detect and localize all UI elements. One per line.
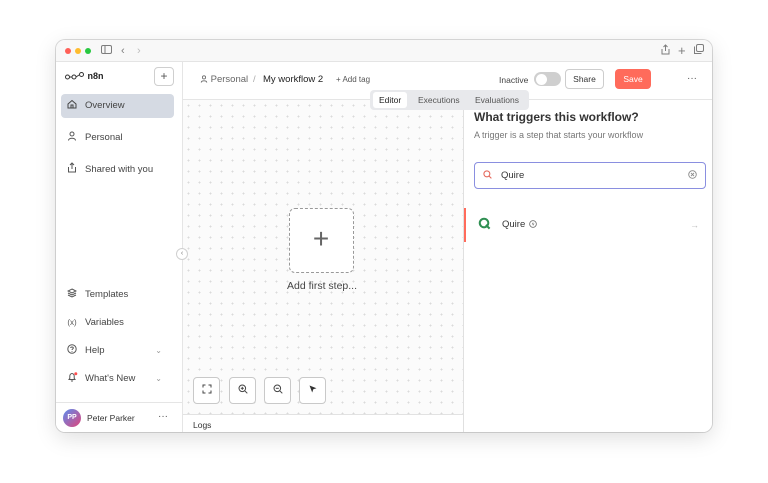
clean-up-button[interactable] (299, 377, 326, 404)
plus-icon[interactable]: + (678, 44, 686, 58)
share-icon[interactable] (661, 44, 670, 59)
workflow-active-toggle[interactable] (534, 72, 561, 86)
tab-executions[interactable]: Executions (412, 92, 466, 108)
quire-icon (478, 216, 491, 234)
share-button[interactable]: Share (565, 69, 604, 89)
add-first-step-button[interactable]: + (289, 208, 354, 273)
search-value: Quire (501, 170, 525, 181)
home-icon (66, 94, 78, 118)
view-tabs: Editor Executions Evaluations (370, 90, 529, 110)
sidebar-item-label: What's New (85, 373, 136, 384)
chevron-left-icon[interactable]: ‹ (121, 44, 125, 58)
breadcrumb-project[interactable]: Personal (200, 62, 248, 98)
n8n-logo[interactable]: n8n (65, 71, 104, 81)
fit-view-icon (202, 384, 211, 394)
sidebar-item-variables[interactable]: (x) Variables (61, 311, 174, 335)
zoom-out-icon (273, 384, 283, 394)
fit-view-button[interactable] (193, 377, 220, 404)
bell-icon (66, 367, 78, 391)
selection-indicator (464, 208, 466, 242)
templates-icon (66, 283, 78, 307)
chevron-right-icon[interactable]: › (137, 44, 141, 58)
toggle-knob (535, 73, 547, 85)
sidebar-item-overview[interactable]: Overview (61, 94, 174, 118)
sidebar-item-label: Shared with you (85, 164, 154, 175)
add-tag-link[interactable]: + Add tag (336, 62, 370, 98)
trigger-panel: What triggers this workflow? A trigger i… (463, 100, 712, 432)
logs-label: Logs (193, 420, 212, 430)
search-icon (483, 163, 492, 188)
add-resource-button[interactable]: + (154, 67, 174, 86)
tab-evaluations[interactable]: Evaluations (469, 92, 525, 108)
sidebar-item-whats-new[interactable]: What's New ⌄ (61, 367, 174, 391)
user-icon (200, 75, 208, 83)
sidebar-item-help[interactable]: Help ⌄ (61, 339, 174, 363)
clean-up-icon (309, 385, 316, 393)
breadcrumb-project-label: Personal (210, 74, 249, 85)
collapse-sidebar-button[interactable]: ‹ (176, 248, 188, 260)
avatar: PP (63, 409, 81, 427)
sidebar-icon[interactable] (101, 44, 112, 58)
sidebar-item-personal[interactable]: Personal (61, 126, 174, 150)
minimize-window-button[interactable] (75, 48, 81, 54)
panel-subtitle: A trigger is a step that starts your wor… (474, 130, 644, 140)
sidebar: n8n + Overview Personal Shared with you (56, 62, 183, 432)
window-titlebar: ‹ › + (56, 40, 712, 62)
user-menu[interactable]: PP Peter Parker ··· (56, 402, 183, 432)
sidebar-item-label: Variables (85, 317, 124, 328)
save-button[interactable]: Save (615, 69, 651, 89)
chevron-down-icon: ⌄ (155, 374, 162, 383)
zoom-in-icon (238, 384, 248, 394)
clear-search-icon[interactable] (688, 163, 697, 188)
tab-editor[interactable]: Editor (373, 92, 408, 108)
n8n-logo-icon (65, 72, 84, 80)
sidebar-item-shared[interactable]: Shared with you (61, 158, 174, 182)
sidebar-item-label: Overview (85, 100, 125, 111)
copy-icon[interactable] (694, 44, 704, 58)
trigger-badge-icon (529, 208, 537, 242)
notification-dot (73, 372, 77, 376)
workflow-name[interactable]: My workflow 2 (263, 62, 323, 98)
sidebar-item-templates[interactable]: Templates (61, 283, 174, 307)
brand-name: n8n (87, 71, 104, 81)
help-icon (66, 339, 78, 363)
sidebar-item-label: Help (85, 345, 105, 356)
sidebar-item-label: Templates (85, 289, 129, 300)
add-first-step-label: Add first step... (286, 280, 358, 292)
app-window: ‹ › + n8n + Overview Personal Shared wit… (56, 40, 712, 432)
user-name: Peter Parker (87, 413, 135, 423)
more-options-icon[interactable]: ··· (687, 62, 697, 96)
chevron-down-icon: ⌄ (155, 346, 162, 355)
logs-bar[interactable]: Logs (183, 414, 464, 432)
maximize-window-button[interactable] (85, 48, 91, 54)
search-input[interactable]: Quire (474, 162, 706, 189)
variables-icon: (x) (67, 318, 77, 327)
breadcrumb-separator: / (253, 74, 256, 85)
zoom-in-button[interactable] (229, 377, 256, 404)
arrow-right-icon: → (690, 220, 699, 230)
user-icon (66, 126, 78, 150)
share-icon (66, 158, 78, 182)
panel-title: What triggers this workflow? (474, 110, 639, 124)
trigger-result-name: Quire (502, 219, 526, 230)
close-window-button[interactable] (65, 48, 71, 54)
trigger-result-quire[interactable]: Quire → (464, 208, 712, 242)
plus-icon: + (312, 223, 330, 254)
more-options-icon[interactable]: ··· (158, 403, 168, 431)
zoom-out-button[interactable] (264, 377, 291, 404)
sidebar-item-label: Personal (85, 132, 123, 143)
